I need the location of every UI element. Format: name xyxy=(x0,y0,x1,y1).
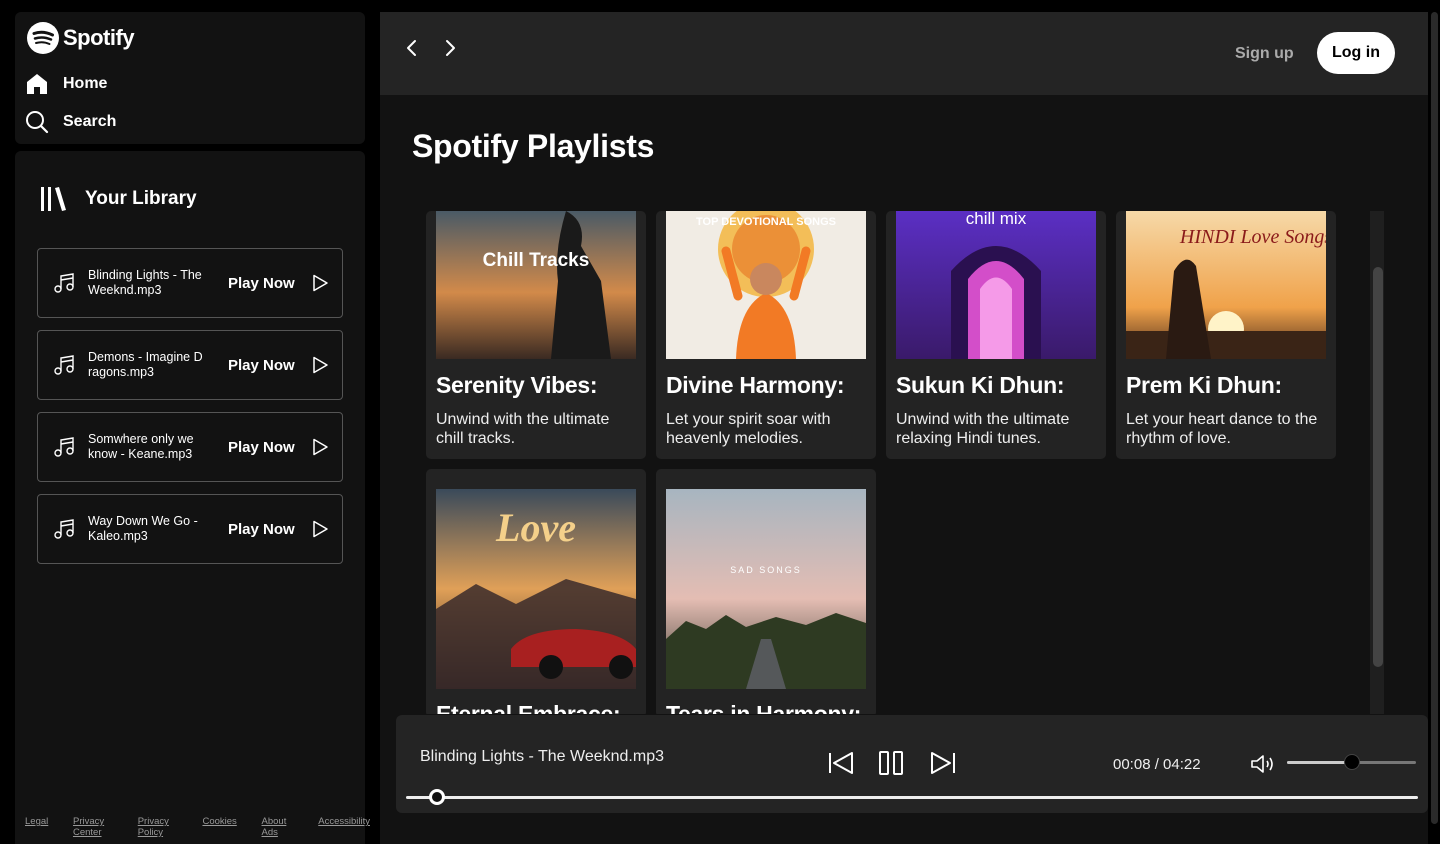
nav-home[interactable]: Home xyxy=(25,72,107,96)
footer-link-about-ads[interactable]: About Ads xyxy=(262,816,294,838)
play-now-button[interactable]: Play Now xyxy=(228,275,295,292)
playlist-title: Serenity Vibes: xyxy=(436,372,598,398)
playlist-card[interactable]: Chill Tracks Serenity Vibes: Unwind with… xyxy=(426,211,646,459)
library-header[interactable]: Your Library xyxy=(39,185,197,213)
playlist-card[interactable]: TOP DEVOTIONAL SONGS Divine Harmony: Let… xyxy=(656,211,876,459)
footer-link-cookies[interactable]: Cookies xyxy=(202,816,236,838)
nav-search-label: Search xyxy=(63,113,117,130)
pause-icon[interactable] xyxy=(876,748,906,778)
library-panel: Your Library Blinding Lights - The Weekn… xyxy=(15,151,370,844)
back-arrow-icon[interactable] xyxy=(400,36,424,60)
footer-links: Legal Privacy Center Privacy Policy Cook… xyxy=(25,816,370,838)
playlist-card[interactable]: SAD SONGS Tears in Harmony: xyxy=(656,469,876,714)
nav-panel: Spotify Home Search xyxy=(15,12,365,144)
volume-fill xyxy=(1287,761,1352,764)
top-bar: Sign up Log in xyxy=(380,12,1428,95)
playlist-cover: chill mix xyxy=(896,211,1096,359)
spotify-icon xyxy=(27,22,59,54)
next-icon[interactable] xyxy=(928,748,958,778)
footer-link-accessibility[interactable]: Accessibility xyxy=(318,816,370,838)
footer-link-privacy-policy[interactable]: Privacy Policy xyxy=(138,816,178,838)
page-scrollbar-thumb[interactable] xyxy=(1431,12,1438,824)
signup-button[interactable]: Sign up xyxy=(1235,45,1294,63)
spotify-logo[interactable]: Spotify xyxy=(27,22,135,54)
play-now-button[interactable]: Play Now xyxy=(228,357,295,374)
playlist-card[interactable]: Love Eternal Embrace: xyxy=(426,469,646,714)
volume-slider[interactable] xyxy=(1287,754,1416,770)
volume-knob[interactable] xyxy=(1343,754,1360,770)
play-icon[interactable] xyxy=(311,520,329,538)
footer-link-privacy-center[interactable]: Privacy Center xyxy=(73,816,113,838)
footer-link-legal[interactable]: Legal xyxy=(25,816,48,838)
cover-text: Love xyxy=(495,505,576,550)
play-icon[interactable] xyxy=(311,356,329,374)
play-icon[interactable] xyxy=(311,274,329,292)
nav-home-label: Home xyxy=(63,75,108,92)
cover-text: TOP DEVOTIONAL SONGS xyxy=(696,216,836,228)
login-button[interactable]: Log in xyxy=(1317,32,1395,74)
progress-knob[interactable] xyxy=(429,789,446,805)
playlist-title: Eternal Embrace: xyxy=(436,701,621,714)
playback-time: 00:08 / 04:22 xyxy=(1113,756,1201,773)
music-note-icon xyxy=(54,355,74,375)
playlist-description: Unwind with the ultimate relaxing Hindi … xyxy=(896,411,1070,447)
library-track-card[interactable]: Somwhere only we know - Keane.mp3 Play N… xyxy=(37,412,343,482)
playlist-card[interactable]: chill mix Sukun Ki Dhun: Unwind with the… xyxy=(886,211,1106,459)
music-note-icon xyxy=(54,437,74,457)
playlist-cover: SAD SONGS xyxy=(666,489,866,689)
playlist-cover: Chill Tracks xyxy=(436,211,636,359)
section-title: Spotify Playlists xyxy=(412,128,655,164)
forward-arrow-icon[interactable] xyxy=(438,36,462,60)
library-title: Your Library xyxy=(85,188,197,209)
playlist-title: Divine Harmony: xyxy=(666,372,845,398)
nav-search[interactable]: Search xyxy=(25,110,116,134)
cover-text: SAD SONGS xyxy=(730,565,802,575)
playlist-card[interactable]: HINDI Love Songs Prem Ki Dhun: Let your … xyxy=(1116,211,1336,459)
music-note-icon xyxy=(54,519,74,539)
grid-scrollbar-thumb[interactable] xyxy=(1373,267,1383,667)
playlist-cover: TOP DEVOTIONAL SONGS xyxy=(666,211,866,359)
playlist-title: Tears in Harmony: xyxy=(666,701,862,714)
playlist-title: Sukun Ki Dhun: xyxy=(896,372,1065,398)
now-playing-title: Blinding Lights - The Weeknd.mp3 xyxy=(420,748,664,765)
playlist-cover: Love xyxy=(436,489,636,689)
playlist-description: Let your spirit soar with heavenly melod… xyxy=(666,411,831,447)
library-track-card[interactable]: Blinding Lights - The Weeknd.mp3 Play No… xyxy=(37,248,343,318)
play-now-button[interactable]: Play Now xyxy=(228,439,295,456)
progress-bar[interactable] xyxy=(406,789,1418,805)
home-icon xyxy=(27,74,47,94)
track-name: Demons - Imagine D ragons.mp3 xyxy=(88,350,203,379)
previous-icon[interactable] xyxy=(826,748,856,778)
track-name: Way Down We Go - Kaleo.mp3 xyxy=(88,514,198,543)
playlist-description: Let your heart dance to the rhythm of lo… xyxy=(1126,411,1318,447)
cover-text: Chill Tracks xyxy=(483,250,590,271)
player-bar: Blinding Lights - The Weeknd.mp3 00:08 /… xyxy=(396,715,1428,813)
library-track-card[interactable]: Demons - Imagine D ragons.mp3 Play Now xyxy=(37,330,343,400)
search-icon xyxy=(26,111,49,134)
cover-text: HINDI Love Songs xyxy=(1179,226,1326,248)
music-note-icon xyxy=(54,273,74,293)
library-track-card[interactable]: Way Down We Go - Kaleo.mp3 Play Now xyxy=(37,494,343,564)
playlist-description: Unwind with the ultimate chill tracks. xyxy=(436,411,610,447)
logo-text: Spotify xyxy=(63,25,135,50)
playlist-grid: Chill Tracks Serenity Vibes: Unwind with… xyxy=(426,211,1372,714)
playlist-cover: HINDI Love Songs xyxy=(1126,211,1326,359)
library-icon xyxy=(41,187,66,211)
cover-text: chill mix xyxy=(966,211,1027,228)
volume-icon[interactable] xyxy=(1250,753,1276,775)
play-icon[interactable] xyxy=(311,438,329,456)
play-now-button[interactable]: Play Now xyxy=(228,521,295,538)
playlist-title: Prem Ki Dhun: xyxy=(1126,372,1282,398)
track-name: Somwhere only we know - Keane.mp3 xyxy=(88,432,194,461)
track-name: Blinding Lights - The Weeknd.mp3 xyxy=(88,268,202,297)
